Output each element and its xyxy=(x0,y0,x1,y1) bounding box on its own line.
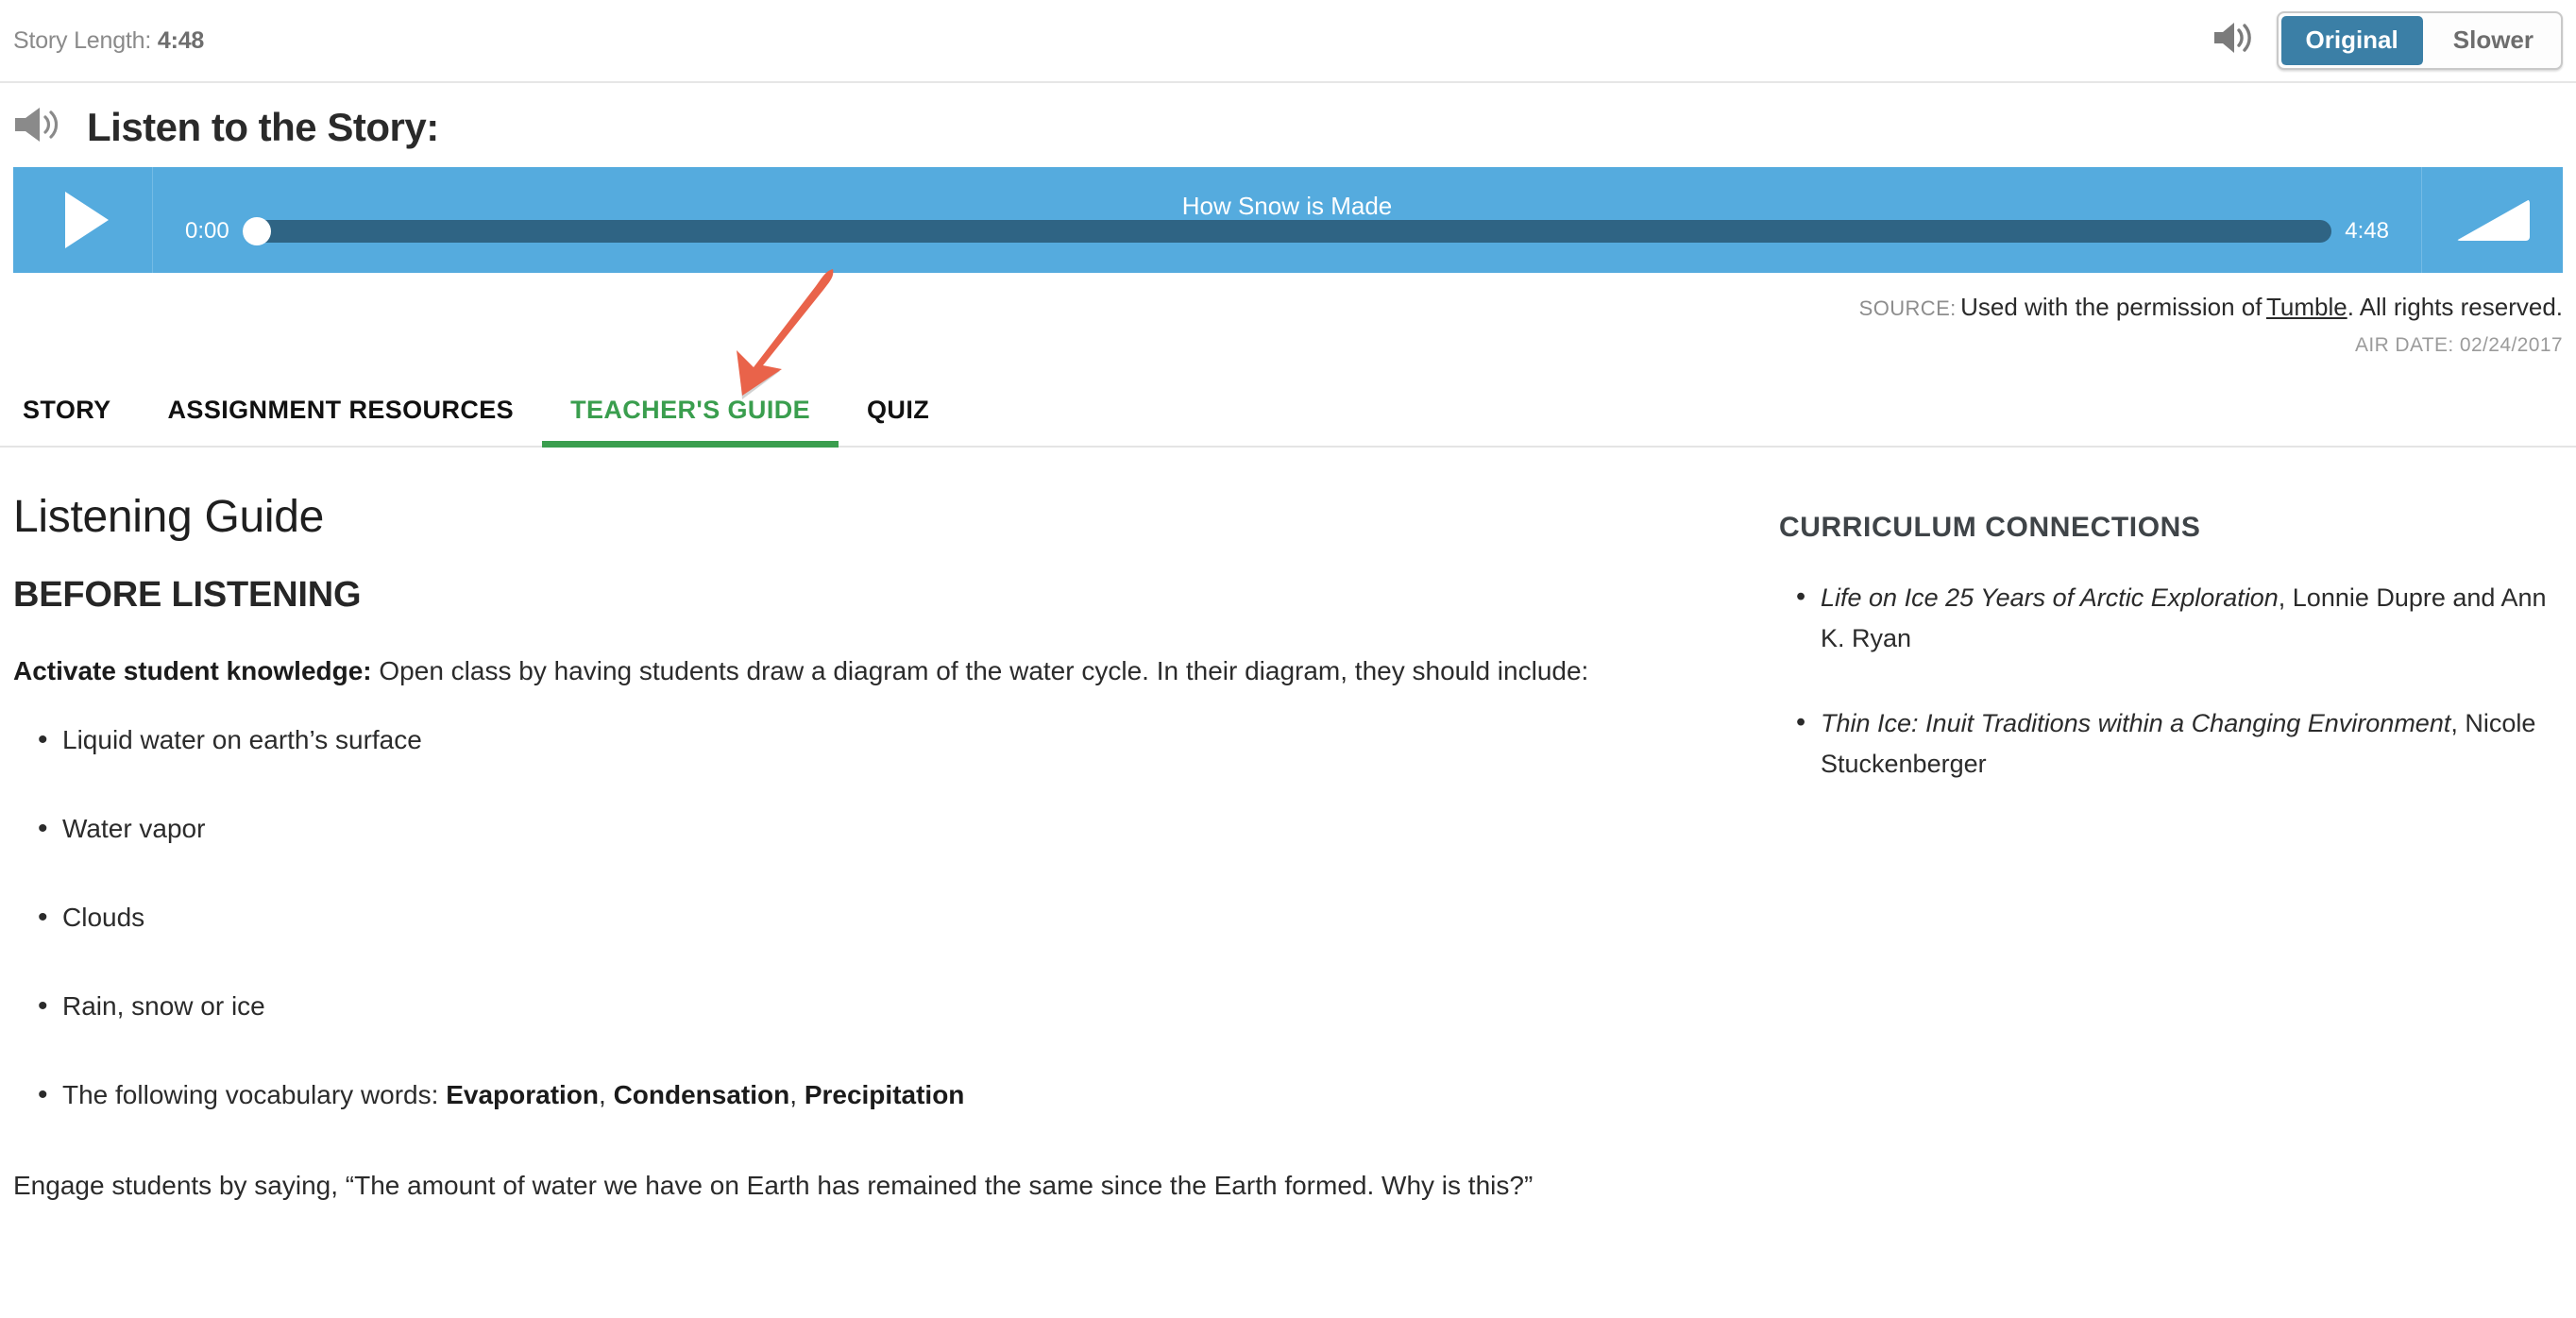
vocabulary-lead-in: The following vocabulary words: xyxy=(62,1080,447,1110)
player-main: How Snow is Made 0:00 4:48 xyxy=(153,167,2421,273)
source-attribution: SOURCE: Used with the permission of Tumb… xyxy=(0,273,2576,360)
audio-player[interactable]: How Snow is Made 0:00 4:48 xyxy=(13,167,2563,273)
progress-handle[interactable] xyxy=(242,217,271,245)
speed-option-original[interactable]: Original xyxy=(2280,16,2423,65)
source-label: SOURCE: xyxy=(1858,296,1957,320)
curriculum-connections-column: CURRICULUM CONNECTIONS Life on Ice 25 Ye… xyxy=(1779,448,2563,1208)
player-progress-row: 0:00 4:48 xyxy=(153,217,2421,273)
top-utility-bar: Story Length: 4:48 Original Slower xyxy=(0,0,2576,83)
list-item: Clouds xyxy=(13,896,1722,938)
story-length: Story Length: 4:48 xyxy=(13,27,204,55)
book-title: Thin Ice: Inuit Traditions within a Chan… xyxy=(1821,709,2451,738)
air-date: AIR DATE: 02/24/2017 xyxy=(2354,333,2563,356)
source-text-before: Used with the permission of xyxy=(1960,293,2262,321)
progress-bar[interactable] xyxy=(242,217,2332,245)
list-item: Water vapor xyxy=(13,807,1722,850)
current-time: 0:00 xyxy=(185,218,229,244)
source-link-tumble[interactable]: Tumble xyxy=(2266,293,2347,321)
tab-quiz[interactable]: QUIZ xyxy=(839,386,958,446)
tab-teachers-guide[interactable]: TEACHER'S GUIDE xyxy=(542,386,839,448)
listen-to-story-header: Listen to the Story: xyxy=(0,83,2576,167)
track-title: How Snow is Made xyxy=(1181,192,1393,220)
list-item-vocabulary: The following vocabulary words: Evaporat… xyxy=(13,1073,1722,1116)
curriculum-connections-list: Life on Ice 25 Years of Arctic Explorati… xyxy=(1779,576,2563,785)
progress-track[interactable] xyxy=(242,220,2332,243)
vocab-term-precipitation: Precipitation xyxy=(804,1080,965,1110)
speed-option-slower[interactable]: Slower xyxy=(2429,16,2558,65)
engage-students-paragraph: Engage students by saying, “The amount o… xyxy=(13,1171,1534,1201)
playback-speed-controls: Original Slower xyxy=(2212,11,2563,70)
page-title: Listen to the Story: xyxy=(87,104,439,149)
story-length-value: 4:48 xyxy=(157,26,205,54)
listening-guide-title: Listening Guide xyxy=(13,492,325,543)
story-length-label: Story Length: xyxy=(13,26,152,54)
book-title: Life on Ice 25 Years of Arctic Explorati… xyxy=(1821,583,2279,613)
vocab-term-evaporation: Evaporation xyxy=(446,1080,600,1110)
tabs-list: STORY ASSIGNMENT RESOURCES TEACHER'S GUI… xyxy=(13,386,2576,448)
activate-knowledge-text: Open class by having students draw a dia… xyxy=(371,656,1589,686)
play-button[interactable] xyxy=(13,167,153,273)
tab-assignment-resources[interactable]: ASSIGNMENT RESOURCES xyxy=(140,386,543,446)
diagram-items-list: Liquid water on earth’s surface Water va… xyxy=(13,718,1722,1116)
listening-guide-column: Listening Guide BEFORE LISTENING Activat… xyxy=(13,448,1722,1208)
total-time: 4:48 xyxy=(2345,218,2389,244)
list-item: Liquid water on earth’s surface xyxy=(13,718,1722,761)
list-item: Thin Ice: Inuit Traditions within a Chan… xyxy=(1779,701,2563,784)
play-triangle-icon xyxy=(64,192,109,248)
tab-bar: STORY ASSIGNMENT RESOURCES TEACHER'S GUI… xyxy=(0,269,2576,448)
volume-button[interactable] xyxy=(2421,167,2563,273)
vocab-term-condensation: Condensation xyxy=(613,1080,790,1110)
before-listening-heading: BEFORE LISTENING xyxy=(13,575,362,616)
speaker-volume-icon xyxy=(2212,20,2256,60)
source-text-after: . All rights reserved. xyxy=(2347,293,2563,321)
page-content: Listening Guide BEFORE LISTENING Activat… xyxy=(0,448,2576,1208)
activate-knowledge-label: Activate student knowledge: xyxy=(13,656,372,686)
curriculum-connections-title: CURRICULUM CONNECTIONS xyxy=(1779,512,2201,544)
speed-toggle-group[interactable]: Original Slower xyxy=(2276,11,2563,70)
list-item: Rain, snow or ice xyxy=(13,985,1722,1027)
list-item: Life on Ice 25 Years of Arctic Explorati… xyxy=(1779,576,2563,658)
activate-knowledge-paragraph: Activate student knowledge: Open class b… xyxy=(13,650,1656,692)
speaker-volume-icon xyxy=(13,104,66,150)
volume-wedge-icon xyxy=(2455,199,2530,241)
tab-story[interactable]: STORY xyxy=(13,386,140,446)
